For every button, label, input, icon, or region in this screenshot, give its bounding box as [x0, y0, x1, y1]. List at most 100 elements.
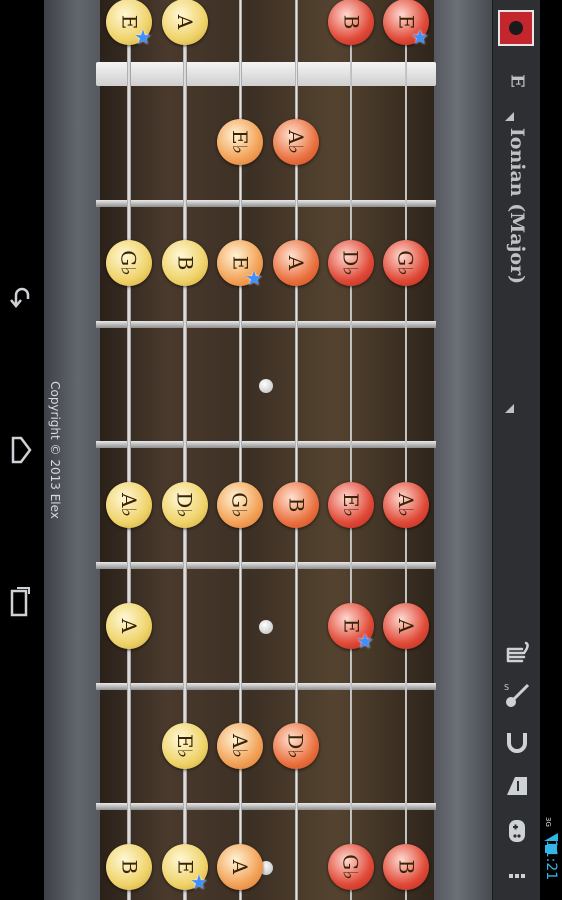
note-marker[interactable]: G♭ — [383, 240, 429, 286]
key-selector[interactable]: E — [507, 74, 528, 88]
note-label: E♭ — [172, 733, 197, 759]
note-marker[interactable]: A — [273, 240, 319, 286]
record-icon — [509, 21, 523, 35]
note-label: A — [116, 618, 141, 634]
note-label: A — [283, 255, 308, 271]
game-button[interactable] — [501, 815, 533, 847]
note-marker[interactable]: D♭ — [162, 482, 208, 528]
wood-panel-right — [434, 0, 492, 900]
note-label: E♭ — [227, 129, 252, 155]
svg-text:S: S — [504, 683, 509, 692]
note-label: B — [283, 497, 308, 513]
guitar-settings-button[interactable]: S — [501, 680, 533, 712]
guitar-nut — [96, 62, 436, 86]
note-marker[interactable]: A — [383, 603, 429, 649]
note-label: G♭ — [393, 250, 418, 276]
note-label: D♭ — [284, 733, 308, 759]
note-marker[interactable]: G♭ — [217, 482, 263, 528]
navigation-bar — [0, 0, 44, 900]
home-button[interactable] — [6, 432, 36, 468]
note-marker[interactable]: E ★ — [162, 844, 208, 894]
note-marker[interactable]: B — [162, 240, 208, 286]
note-label: A♭ — [116, 493, 141, 517]
fret-1 — [96, 200, 436, 207]
fretboard[interactable] — [100, 0, 434, 900]
clock: 11:21 — [543, 839, 559, 881]
note-marker[interactable]: G♭ — [328, 844, 374, 890]
tuner-button[interactable] — [501, 770, 533, 802]
note-marker[interactable]: B — [383, 844, 429, 890]
fret-6 — [96, 803, 436, 810]
note-label: D♭ — [339, 250, 363, 276]
record-button[interactable] — [498, 10, 534, 46]
note-label: G♭ — [116, 250, 141, 276]
note-label: G♭ — [227, 492, 252, 518]
status-bar: 3G 11:21 — [540, 0, 562, 900]
note-marker[interactable]: A♭ — [217, 723, 263, 769]
note-label: A♭ — [227, 734, 252, 758]
tuner-icon — [507, 777, 527, 795]
note-marker[interactable]: E♭ — [217, 119, 263, 165]
note-marker[interactable]: A♭ — [273, 119, 319, 165]
fret-5 — [96, 683, 436, 690]
note-label: A — [393, 618, 418, 634]
note-marker[interactable]: G♭ — [106, 240, 152, 286]
scale-dropdown-arrow-icon[interactable] — [505, 404, 514, 413]
key-dropdown-arrow-icon[interactable] — [505, 112, 514, 121]
note-marker[interactable]: B — [328, 0, 374, 45]
magnet-button[interactable] — [501, 726, 533, 758]
root-star-icon: ★ — [356, 629, 374, 653]
note-label: B — [393, 859, 418, 875]
note-label: G♭ — [338, 854, 363, 880]
note-marker[interactable]: A♭ — [383, 482, 429, 528]
recent-apps-icon — [10, 587, 30, 617]
gamepad-icon — [509, 820, 525, 842]
note-label: B — [172, 255, 197, 271]
home-icon — [11, 436, 32, 464]
note-marker[interactable]: A — [217, 844, 263, 890]
fret-inlay — [259, 620, 273, 634]
note-marker[interactable]: E ★ — [106, 0, 152, 49]
back-arrow-icon — [10, 287, 30, 308]
menu-icon — [509, 874, 525, 878]
note-label: D♭ — [173, 492, 197, 518]
copyright-text: Copyright © 2013 Elex — [48, 381, 62, 519]
note-label: A♭ — [393, 493, 418, 517]
note-marker[interactable]: E ★ — [217, 240, 263, 290]
root-star-icon: ★ — [411, 25, 429, 49]
guitar-string-6 — [405, 0, 407, 900]
note-marker[interactable]: B — [106, 844, 152, 890]
note-marker[interactable]: E♭ — [162, 723, 208, 769]
note-marker[interactable]: B — [273, 482, 319, 528]
recent-apps-button[interactable] — [6, 584, 36, 620]
note-label: B — [338, 14, 363, 30]
note-marker[interactable]: A — [106, 603, 152, 649]
note-marker[interactable]: E ★ — [383, 0, 429, 49]
network-type: 3G — [543, 817, 552, 827]
note-label: A — [227, 859, 252, 875]
hand-button[interactable] — [501, 638, 533, 670]
guitar-string-5 — [350, 0, 352, 900]
note-marker[interactable]: E ★ — [328, 603, 374, 653]
menu-button[interactable] — [501, 860, 533, 892]
note-label: A — [172, 14, 197, 30]
hand-icon — [506, 641, 529, 663]
note-marker[interactable]: A♭ — [106, 482, 152, 528]
guitar-icon: S — [504, 683, 530, 707]
magnet-icon — [507, 733, 527, 753]
note-label: A♭ — [283, 130, 308, 154]
note-marker[interactable]: A — [162, 0, 208, 45]
note-label: E♭ — [338, 492, 363, 518]
note-marker[interactable]: E♭ — [328, 482, 374, 528]
root-star-icon: ★ — [245, 266, 263, 290]
root-star-icon: ★ — [134, 25, 152, 49]
note-marker[interactable]: D♭ — [328, 240, 374, 286]
fret-inlay — [259, 379, 273, 393]
guitar-string-1 — [127, 0, 131, 900]
back-button[interactable] — [6, 278, 36, 314]
note-marker[interactable]: D♭ — [273, 723, 319, 769]
scale-selector[interactable]: Ionian (Major) — [506, 128, 528, 284]
fret-2 — [96, 321, 436, 328]
root-star-icon: ★ — [190, 870, 208, 894]
control-panel: E Ionian (Major) S — [492, 0, 541, 900]
